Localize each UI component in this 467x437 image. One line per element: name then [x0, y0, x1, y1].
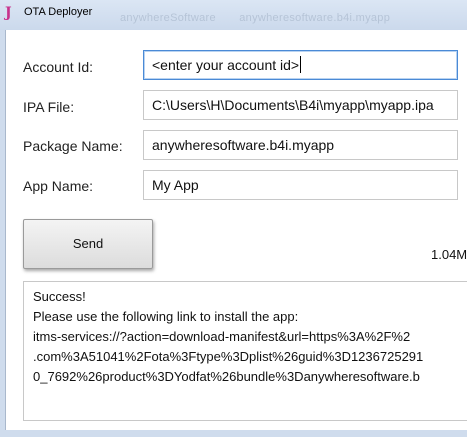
ipa-file-input[interactable]: C:\Users\H\Documents\B4i\myapp\myapp.ipa — [143, 90, 458, 120]
window-title: OTA Deployer — [24, 6, 93, 18]
output-line: 0_7692%26product%3DYodfat%26bundle%3Dany… — [33, 369, 420, 384]
output-line: Please use the following link to install… — [33, 309, 299, 324]
output-line: itms-services://?action=download-manifes… — [33, 329, 411, 344]
app-name-label: App Name: — [23, 178, 94, 194]
j-logo-icon: J — [5, 5, 12, 21]
app-window: J OTA Deployer anywhereSoftware anywhere… — [0, 0, 467, 437]
title-bar[interactable]: J OTA Deployer anywhereSoftware anywhere… — [0, 0, 467, 30]
account-id-input[interactable]: <enter your account id> — [143, 50, 458, 80]
app-name-input[interactable]: My App — [143, 170, 458, 200]
output-line: .com%3A51041%2Fota%3Ftype%3Dplist%26guid… — [33, 349, 424, 364]
package-name-label: Package Name: — [23, 138, 123, 154]
form-panel: Account Id: <enter your account id> IPA … — [5, 30, 467, 430]
output-log[interactable]: Success! Please use the following link t… — [23, 281, 467, 421]
background-window-titles: anywhereSoftware anywheresoftware.b4i.my… — [120, 12, 391, 24]
package-name-input[interactable]: anywheresoftware.b4i.myapp — [143, 130, 458, 160]
output-line: Success! — [33, 289, 86, 304]
account-id-label: Account Id: — [23, 59, 94, 75]
send-button[interactable]: Send — [23, 219, 153, 269]
file-size-label: 1.04M — [431, 247, 467, 262]
text-caret — [300, 56, 302, 73]
window-bottom-border — [0, 430, 467, 437]
ipa-file-label: IPA File: — [23, 99, 75, 115]
